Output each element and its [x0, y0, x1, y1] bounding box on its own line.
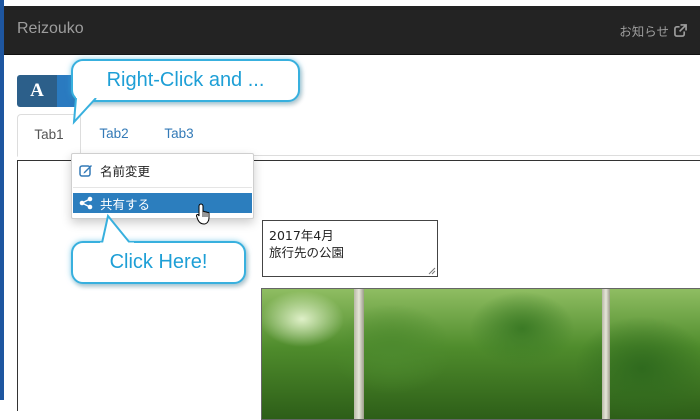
menu-divider [73, 187, 252, 188]
app-title[interactable]: Reizouko [17, 20, 84, 38]
font-button[interactable]: A [17, 75, 57, 107]
context-menu: 名前変更 共有する [71, 153, 254, 219]
navbar: Reizouko お知らせ [4, 6, 700, 55]
memo-line-2: 旅行先の公園 [269, 245, 345, 260]
menu-item-rename[interactable]: 名前変更 [73, 160, 252, 180]
memo-textarea[interactable]: 2017年4月 旅行先の公園 [262, 220, 438, 277]
notice-label: お知らせ [619, 24, 669, 39]
hand-pointer-icon [196, 203, 210, 225]
resize-grip-icon[interactable] [428, 267, 436, 275]
edit-icon [79, 165, 92, 177]
park-photo [261, 288, 700, 420]
share-icon [79, 196, 93, 210]
memo-line-1: 2017年4月 [269, 228, 334, 243]
tab-bar: Tab1 Tab2 Tab3 [17, 114, 700, 157]
callout-bottom-tail [100, 213, 134, 246]
notice-link[interactable]: お知らせ [619, 21, 687, 40]
tab-3[interactable]: Tab3 [148, 114, 210, 154]
menu-item-label: 共有する [100, 196, 151, 212]
menu-item-label: 名前変更 [100, 163, 151, 179]
callout-right-click: Right-Click and ... [71, 59, 300, 102]
callout-top-tail [72, 94, 97, 125]
window-frame-edge [0, 0, 4, 400]
menu-item-share[interactable]: 共有する [73, 193, 252, 213]
external-link-icon [674, 24, 687, 37]
callout-click-here: Click Here! [71, 241, 246, 284]
